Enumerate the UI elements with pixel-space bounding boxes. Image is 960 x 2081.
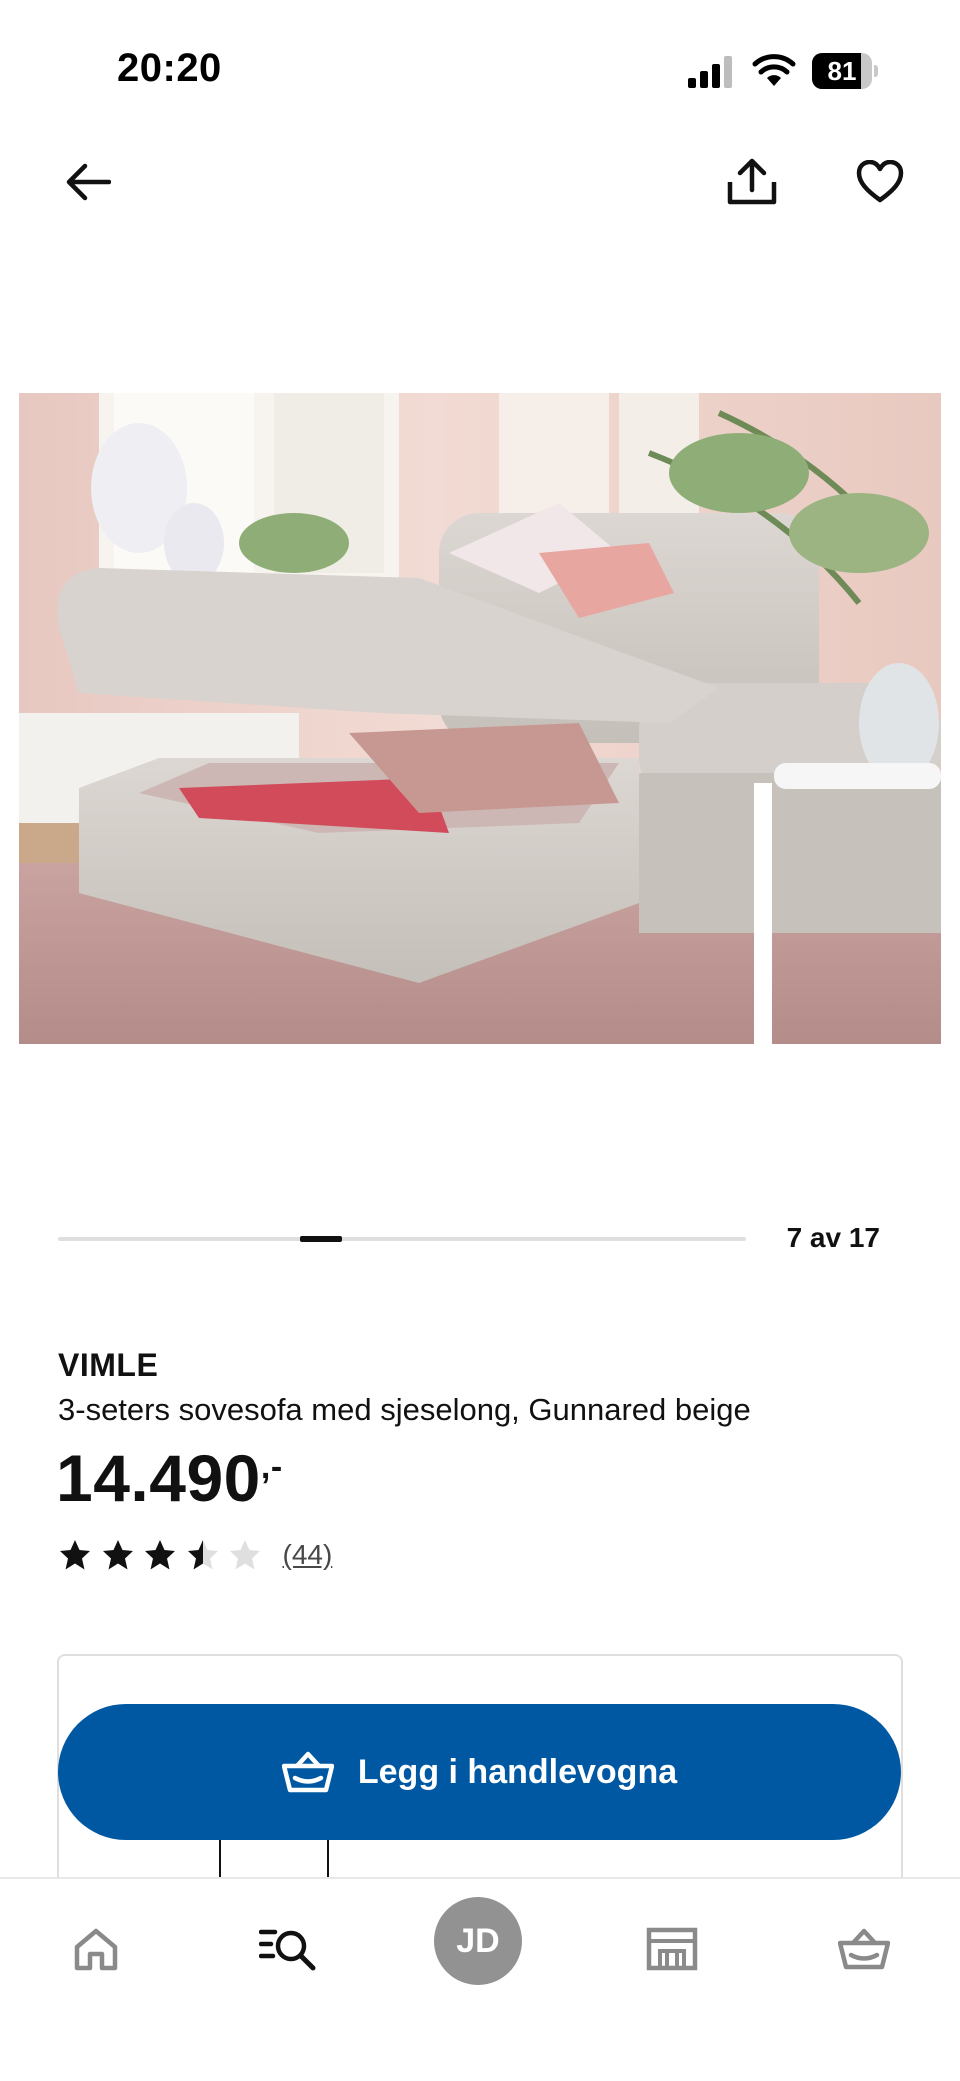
star-empty-icon (230, 1540, 260, 1570)
battery-level: 81 (827, 56, 857, 86)
product-description: 3-seters sovesofa med sjeselong, Gunnare… (58, 1392, 751, 1427)
star-icon (145, 1540, 175, 1570)
price-suffix: ,- (260, 1448, 283, 1486)
add-to-cart-label: Legg i handlevogna (357, 1752, 678, 1791)
signal-icon (688, 56, 732, 88)
gallery-progress-indicator (300, 1236, 343, 1242)
favorite-button[interactable] (848, 150, 912, 214)
arrow-left-icon (66, 163, 111, 201)
heart-icon (856, 160, 904, 203)
status-bar: 20:20 81 (0, 0, 960, 130)
store-icon (646, 1927, 698, 1971)
shopping-basket-icon (281, 1751, 334, 1793)
share-icon (727, 158, 777, 205)
star-icon (102, 1540, 133, 1570)
gallery-counter: 7 av 17 (786, 1222, 880, 1253)
back-button[interactable] (56, 150, 120, 214)
status-time: 20:20 (117, 46, 222, 90)
add-to-cart-button[interactable]: Legg i handlevogna (58, 1704, 901, 1840)
star-half-icon (187, 1540, 218, 1570)
wifi-icon (752, 54, 796, 86)
product-brand: VIMLE (58, 1347, 159, 1383)
price-value: 14.490 (56, 1441, 261, 1515)
nav-cart[interactable] (824, 1909, 904, 1989)
product-image[interactable] (19, 393, 941, 1044)
battery-icon: 81 (812, 53, 878, 89)
gallery-progress (58, 1236, 746, 1242)
product-price: 14.490,- (56, 1440, 283, 1516)
review-count-link[interactable]: (44) (283, 1539, 333, 1571)
bottom-nav: JD (0, 1877, 960, 2081)
nav-search[interactable] (248, 1909, 328, 1989)
nav-stores[interactable] (632, 1909, 712, 1989)
profile-avatar[interactable]: JD (434, 1897, 522, 1985)
search-list-icon (259, 1929, 316, 1971)
share-button[interactable] (720, 150, 784, 214)
basket-icon (838, 1928, 890, 1970)
nav-home[interactable] (56, 1909, 136, 1989)
home-icon (74, 1928, 118, 1971)
product-rating[interactable]: (44) (58, 1535, 332, 1575)
star-icon (60, 1540, 90, 1570)
